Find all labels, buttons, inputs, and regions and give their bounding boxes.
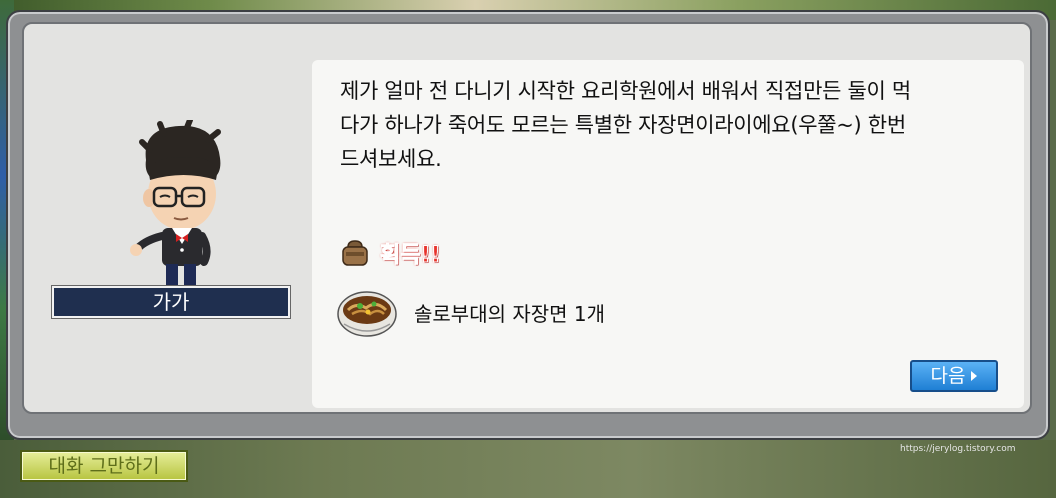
- dialogue-message: 제가 얼마 전 다니기 시작한 요리학원에서 배워서 직접만든 둘이 먹 다가 …: [340, 74, 1000, 176]
- watermark-text: https://jerylog.tistory.com: [900, 444, 1016, 454]
- npc-dialog-body: 가가 제가 얼마 전 다니기 시작한 요리학원에서 배워서 직접만든 둘이 먹 …: [22, 22, 1032, 414]
- acquire-row: 획득!!: [340, 236, 441, 270]
- end-chat-button[interactable]: 대화 그만하기: [20, 450, 188, 482]
- jajangmyeon-bowl-icon: [337, 291, 397, 337]
- npc-name-label: 가가: [51, 285, 291, 319]
- acquire-label: 획득!!: [380, 243, 442, 269]
- dialogue-line: 드셔보세요.: [340, 147, 442, 171]
- next-button-label: 다음: [930, 365, 966, 387]
- dialogue-line: 제가 얼마 전 다니기 시작한 요리학원에서 배워서 직접만든 둘이 먹: [340, 79, 911, 103]
- item-bag-icon: [342, 240, 368, 266]
- next-button[interactable]: 다음: [910, 360, 998, 392]
- arrow-right-icon: [971, 371, 978, 381]
- npc-glasses-man-portrait: [130, 117, 221, 298]
- npc-portrait: [124, 117, 244, 298]
- npc-dialog-window: 가가 제가 얼마 전 다니기 시작한 요리학원에서 배워서 직접만든 둘이 먹 …: [6, 10, 1050, 440]
- reward-item-label: 솔로부대의 자장면 1개: [414, 301, 606, 326]
- dialogue-text-panel: 제가 얼마 전 다니기 시작한 요리학원에서 배워서 직접만든 둘이 먹 다가 …: [312, 60, 1024, 408]
- reward-item-row[interactable]: 솔로부대의 자장면 1개: [336, 280, 605, 344]
- dialogue-line: 다가 하나가 죽어도 모르는 특별한 자장면이라이에요(우쭐~) 한번: [340, 113, 906, 137]
